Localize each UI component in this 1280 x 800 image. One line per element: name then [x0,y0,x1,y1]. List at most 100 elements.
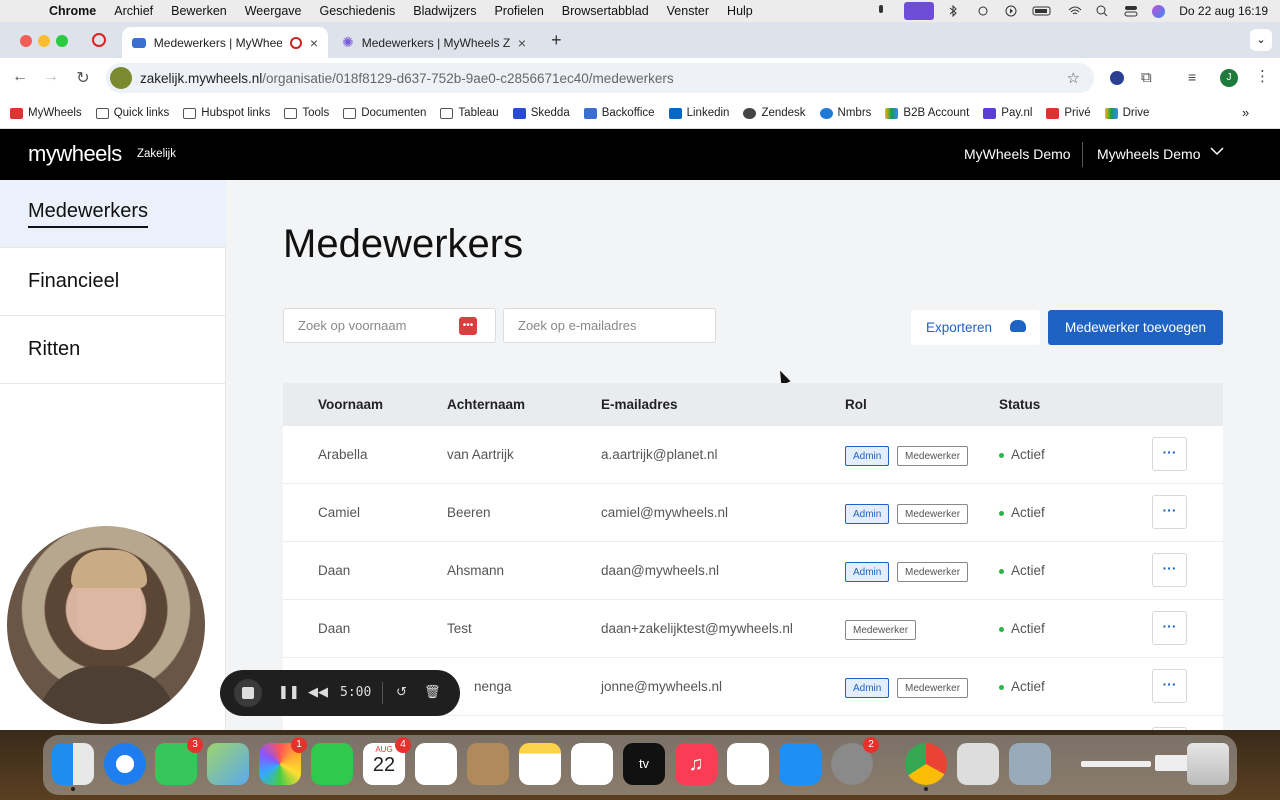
finder-icon[interactable] [52,743,94,785]
add-employee-button[interactable]: Medewerker toevoegen [1048,310,1223,345]
bookmark-linkedin[interactable]: Linkedin [668,107,729,119]
bookmark-tools[interactable]: Tools [284,107,329,119]
bookmark-tableau[interactable]: Tableau [440,107,499,119]
restart-icon[interactable]: ↺ [396,684,407,700]
window-minimize-button[interactable] [38,35,50,47]
tab-search-chevron-icon[interactable]: ⌄ [1250,29,1272,51]
account-menu[interactable]: Mywheels Demo [1097,146,1200,162]
clock[interactable]: Do 22 aug 16:19 [1179,4,1268,18]
profile-avatar[interactable]: J [1220,69,1238,87]
menu-archief[interactable]: Archief [105,4,162,18]
bookmark-star-icon[interactable]: ☆ [1067,69,1080,87]
row-actions-button[interactable]: ··· [1152,437,1187,471]
site-info-icon[interactable] [110,67,132,89]
reminders-icon[interactable] [415,743,457,785]
menu-chrome[interactable]: Chrome [40,4,105,18]
rewind-icon[interactable]: ◀◀ [308,684,328,700]
row-actions-button[interactable]: ··· [1152,611,1187,645]
music-icon[interactable]: ♫ [675,743,717,785]
freeform-icon[interactable] [571,743,613,785]
chevron-down-icon[interactable] [1210,144,1224,159]
trash-icon[interactable]: 🗑 [424,684,441,700]
mywheels-logo[interactable]: mywheels [28,141,122,167]
bookmark-backoffice[interactable]: Backoffice [583,107,655,119]
reload-icon[interactable]: ↻ [73,68,93,88]
forward-arrow-icon[interactable]: → [41,68,61,86]
apple-tv-icon[interactable]: tv [623,743,665,785]
stop-recording-button[interactable] [234,679,262,707]
bookmark-hubspot-links[interactable]: Hubspot links [183,107,270,119]
system-settings-icon[interactable]: 2 [831,737,879,785]
sidebar-item-financieel[interactable]: Financieel [0,248,226,316]
menu-geschiedenis[interactable]: Geschiedenis [310,4,404,18]
column-header-role[interactable]: Rol [845,397,867,412]
maps-icon[interactable] [207,743,249,785]
bookmark-skedda[interactable]: Skedda [512,107,570,119]
menu-profielen[interactable]: Profielen [485,4,552,18]
play-icon[interactable] [1004,5,1018,17]
contacts-icon[interactable] [467,743,509,785]
bookmark-drive[interactable]: Drive [1104,107,1149,119]
row-actions-button[interactable]: ··· [1152,495,1187,529]
extension-icon[interactable] [1110,71,1124,85]
minimized-window-thumbnail[interactable] [1081,761,1151,767]
menu-browsertabblad[interactable]: Browsertabblad [553,4,658,18]
app-store-icon[interactable] [779,743,821,785]
table-row[interactable]: Arabella van Aartrijk a.aartrijk@planet.… [283,426,1223,484]
column-header-email[interactable]: E-mailadres [601,397,678,412]
bluetooth-icon[interactable] [948,4,962,18]
column-header-firstname[interactable]: Voornaam [318,397,383,412]
search-email-input[interactable]: Zoek op e-mailadres [503,308,716,343]
menu-venster[interactable]: Venster [658,4,718,18]
password-manager-icon[interactable]: ••• [459,317,477,335]
row-actions-button[interactable]: ··· [1152,669,1187,703]
row-actions-button[interactable]: ··· [1152,553,1187,587]
media-icon[interactable]: ≡ [1188,69,1196,85]
sidebar-item-ritten[interactable]: Ritten [0,316,226,384]
menu-bewerken[interactable]: Bewerken [162,4,236,18]
column-header-status[interactable]: Status [999,397,1040,412]
screen-share-icon[interactable] [904,2,935,20]
battery-icon[interactable] [1032,5,1054,17]
sidebar-item-medewerkers[interactable]: Medewerkers [0,180,226,248]
siri-icon[interactable] [1152,4,1166,18]
bookmark-quick-links[interactable]: Quick links [95,107,169,119]
photos-icon[interactable]: 1 [259,737,307,785]
wifi-icon[interactable] [1068,5,1082,17]
window-zoom-button[interactable] [56,35,68,47]
pause-icon[interactable]: ❚❚ [278,684,300,700]
tab-medewerkers-1[interactable]: Medewerkers | MyWheels × [122,27,328,58]
tab-medewerkers-2[interactable]: ✺ Medewerkers | MyWheels Zak × [332,27,536,58]
column-header-lastname[interactable]: Achternaam [447,397,525,412]
bookmark-nmbrs[interactable]: Nmbrs [819,107,871,119]
menu-bladwijzers[interactable]: Bladwijzers [404,4,485,18]
trash-icon[interactable] [1187,743,1229,785]
facetime-icon[interactable] [311,743,353,785]
table-row[interactable] [283,716,1223,730]
bookmark-mywheels[interactable]: MyWheels [10,107,82,119]
menu-kebab-icon[interactable]: ⋮ [1255,67,1270,85]
menu-weergave[interactable]: Weergave [236,4,311,18]
chrome-icon[interactable] [905,743,947,785]
address-bar[interactable]: zakelijk.mywheels.nl/organisatie/018f812… [106,63,1094,93]
table-row[interactable]: Camiel Beeren camiel@mywheels.nl Admin M… [283,484,1223,542]
search-firstname-input[interactable]: Zoek op voornaam ••• [283,308,496,343]
more-bookmarks-icon[interactable]: » [1242,105,1249,120]
safari-icon[interactable] [104,743,146,785]
close-icon[interactable]: × [518,35,526,51]
menu-hulp[interactable]: Hulp [718,4,762,18]
bookmark-zendesk[interactable]: Zendesk [743,107,806,119]
calendar-icon[interactable]: AUG 22 4 [363,737,411,785]
microphone-icon[interactable] [876,5,890,17]
back-arrow-icon[interactable]: ← [10,68,30,86]
bookmark-prive[interactable]: Privé [1046,107,1091,119]
notes-icon[interactable] [519,743,561,785]
control-center-icon[interactable] [1124,5,1138,17]
new-tab-button[interactable]: + [551,30,562,51]
vpn-icon[interactable] [976,5,990,17]
printer-icon[interactable] [957,743,999,785]
window-close-button[interactable] [20,35,32,47]
table-row[interactable]: Daan Ahsmann daan@mywheels.nl Admin Mede… [283,542,1223,600]
recording-tab-icon[interactable] [92,33,106,47]
puzzle-icon[interactable]: ⧉ [1141,69,1152,86]
